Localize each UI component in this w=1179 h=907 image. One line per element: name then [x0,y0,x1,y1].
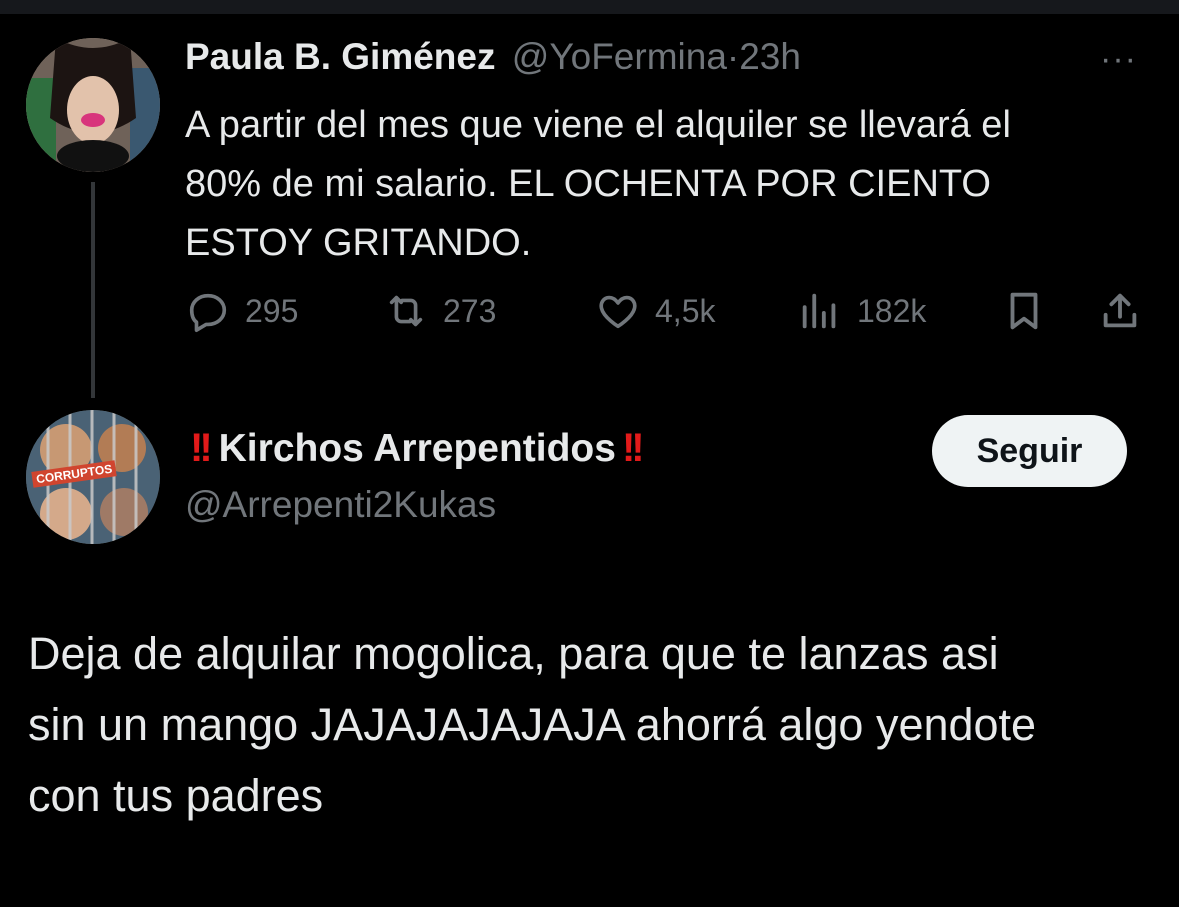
views-count: 182k [857,292,927,329]
bookmark-button[interactable] [1001,284,1061,338]
double-exclamation-icon: !! [190,426,213,470]
double-exclamation-icon: !! [621,426,645,470]
avatar[interactable]: CORRUPTOS [26,410,160,544]
reply-author-name[interactable]: !! Kirchos Arrepentidos !! [190,426,645,471]
tweet-text-line: A partir del mes que viene el alquiler s… [185,104,1011,146]
like-count: 4,5k [655,292,716,329]
bookmark-icon [1010,292,1038,330]
more-icon[interactable]: ··· [1100,40,1137,79]
author-handle[interactable]: @YoFermina [512,36,727,77]
reply-text-line: sin un mango JAJAJAJAJAJA ahorrá algo ye… [28,699,1037,750]
reply-icon [189,293,227,332]
like-icon [599,295,637,329]
share-icon [1103,293,1137,328]
reply-count: 295 [245,292,299,329]
top-bar [0,0,1179,14]
tweet-text-line: 80% de mi salario. EL OCHENTA POR CIENTO [185,163,991,205]
timestamp[interactable]: 23h [739,36,801,77]
like-button[interactable]: 4,5k [595,284,715,338]
reply-display-name: Kirchos Arrepentidos [218,426,616,470]
tweet-header: Paula B. Giménez @YoFermina·23h [185,36,801,78]
reply-text-line: Deja de alquilar mogolica, para que te l… [28,628,999,679]
tweet-text-line: ESTOY GRITANDO. [185,222,532,264]
retweet-button[interactable]: 273 [383,284,496,338]
reply-text-line: con tus padres [28,770,324,821]
avatar-photo [26,38,160,172]
reply-author-handle[interactable]: @Arrepenti2Kukas [185,484,496,526]
follow-button[interactable]: Seguir [932,415,1127,487]
tweet-text: A partir del mes que viene el alquiler s… [185,96,1165,273]
thread-line [91,182,95,398]
reply-text: Deja de alquilar mogolica, para que te l… [28,618,1148,831]
views-icon [802,293,836,329]
reply-button[interactable]: 295 [185,284,298,338]
avatar[interactable] [26,38,160,172]
share-button[interactable] [1097,284,1157,338]
tweet-actions: 295 273 4,5k 182k [185,284,1145,338]
retweet-count: 273 [443,292,497,329]
retweet-icon [389,295,423,327]
views-button[interactable]: 182k [797,284,926,338]
author-name[interactable]: Paula B. Giménez [185,36,496,77]
separator: · [726,36,740,77]
